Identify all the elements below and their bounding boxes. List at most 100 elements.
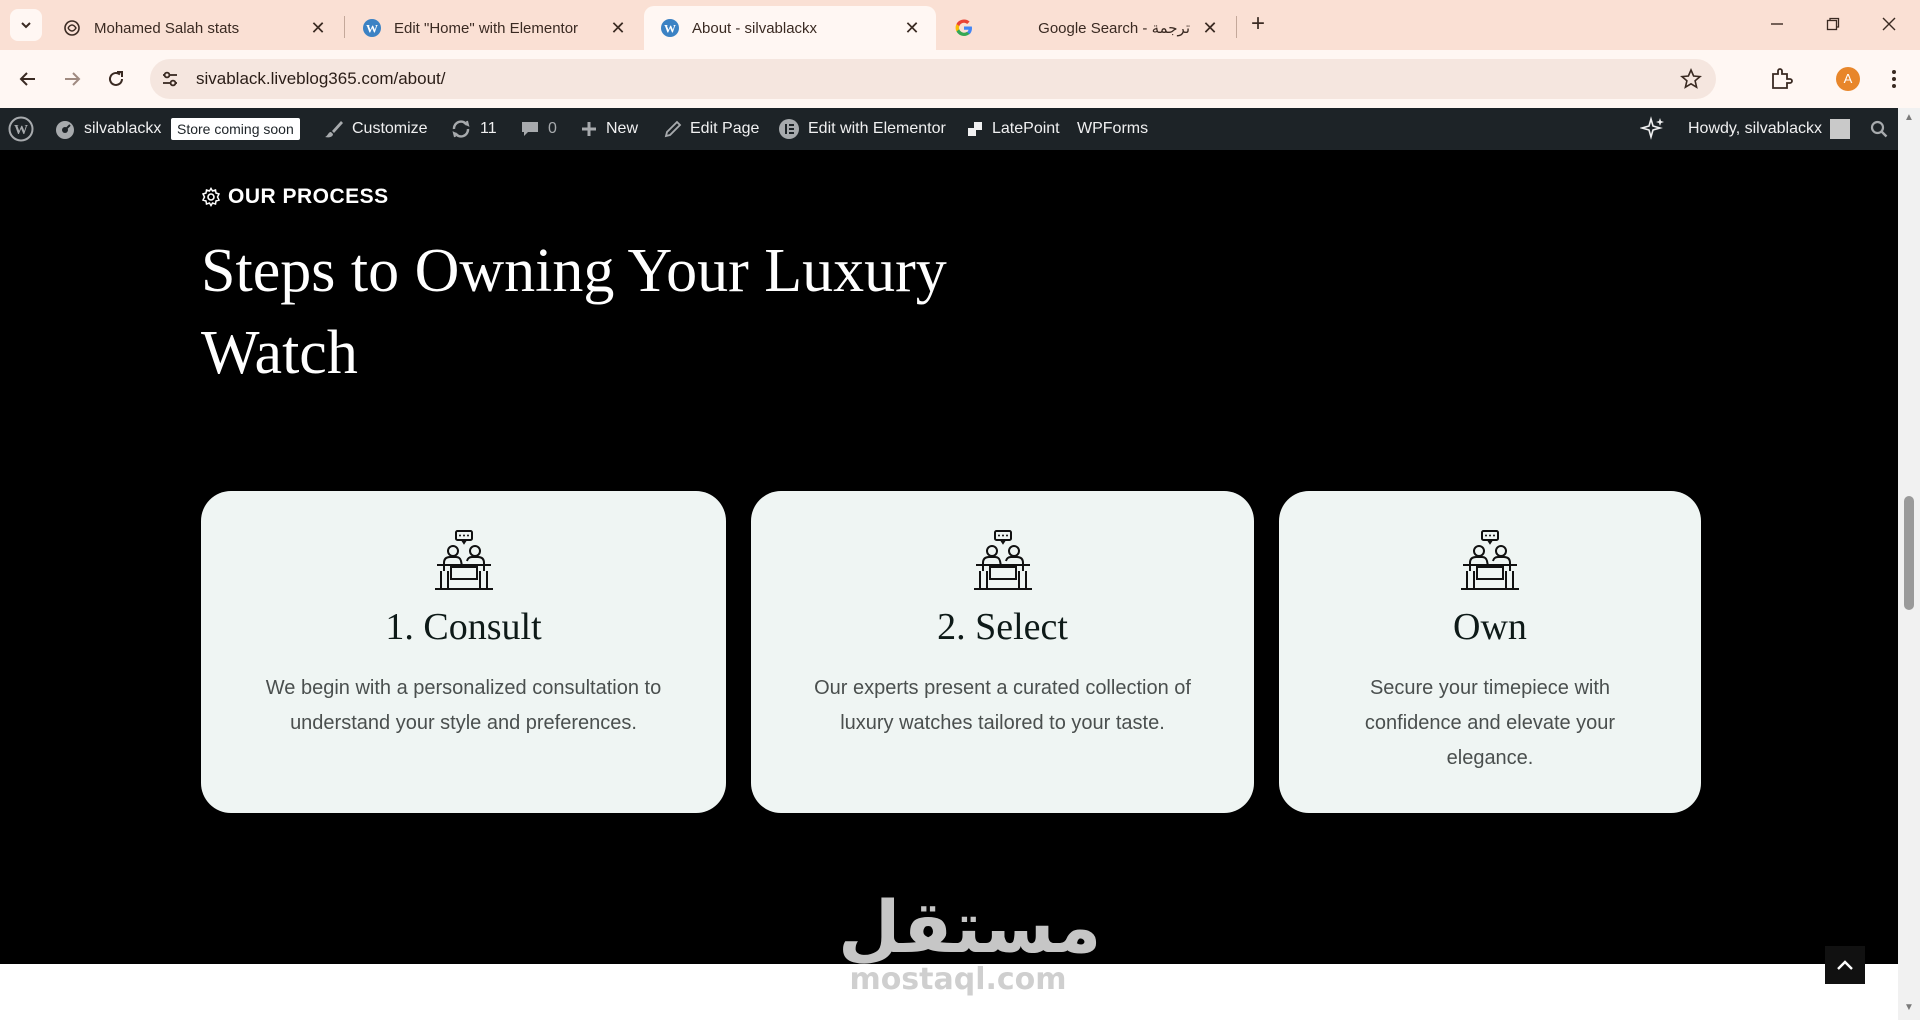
wordpress-icon: W <box>661 19 679 37</box>
chevron-up-icon <box>1837 960 1853 970</box>
card-title: 1. Consult <box>385 606 542 648</box>
section-heading: Steps to Owning Your Luxury Watch <box>201 237 947 387</box>
url-text[interactable]: sivablack.liveblog365.com/about/ <box>196 69 445 89</box>
page-content: OUR PROCESS Steps to Owning Your Luxury … <box>0 150 1898 964</box>
paintbrush-icon <box>325 121 343 138</box>
pencil-icon <box>664 120 682 138</box>
tab-strip: Mohamed Salah stats ✕ W Edit "Home" with… <box>0 0 1920 50</box>
close-icon[interactable]: ✕ <box>608 18 628 39</box>
tab-search-button[interactable] <box>10 9 42 41</box>
customize-label: Customize <box>352 120 428 137</box>
store-coming-soon-badge[interactable]: Store coming soon <box>171 108 300 150</box>
bookmark-star-icon[interactable] <box>1680 68 1702 90</box>
customize-link[interactable]: Customize <box>324 108 428 150</box>
close-icon[interactable]: ✕ <box>1200 18 1220 39</box>
close-icon[interactable]: ✕ <box>308 18 328 39</box>
forward-button[interactable] <box>56 63 88 95</box>
page-scrollbar[interactable]: ▲ ▼ <box>1898 108 1920 1020</box>
browser-toolbar: sivablack.liveblog365.com/about/ A <box>0 50 1920 108</box>
tab-google-search[interactable]: Google Search - ترجمة ✕ <box>938 6 1234 50</box>
wordpress-icon: W <box>363 19 381 37</box>
google-icon <box>955 19 972 36</box>
restore-button[interactable] <box>1810 8 1856 40</box>
wpforms-label: WPForms <box>1077 120 1149 137</box>
close-icon[interactable]: ✕ <box>902 18 922 39</box>
minimize-button[interactable] <box>1754 8 1800 40</box>
extensions-icon[interactable] <box>1768 66 1794 92</box>
new-content-menu[interactable]: New <box>580 108 638 150</box>
card-title: 2. Select <box>937 606 1068 648</box>
new-tab-button[interactable]: + <box>1244 10 1272 38</box>
wordpress-icon: W <box>8 116 34 142</box>
store-badge-label: Store coming soon <box>171 118 300 140</box>
arrow-right-icon <box>65 72 81 86</box>
tab-mohamed-salah[interactable]: Mohamed Salah stats ✕ <box>46 6 342 50</box>
wpforms-link[interactable]: WPForms <box>1077 108 1148 150</box>
tab-title: About - silvablackx <box>692 19 818 37</box>
card-description: We begin with a personalized consultatio… <box>265 677 662 734</box>
edit-elementor-label: Edit with Elementor <box>808 120 946 137</box>
latepoint-label: LatePoint <box>992 120 1060 137</box>
latepoint-link[interactable]: LatePoint <box>966 108 1060 150</box>
edit-page-link[interactable]: Edit Page <box>664 108 759 150</box>
tab-separator <box>1236 16 1237 38</box>
latepoint-icon <box>968 122 982 136</box>
plus-icon <box>582 122 596 136</box>
new-label: New <box>606 120 639 137</box>
svg-text:W: W <box>664 22 676 36</box>
section-eyebrow: OUR PROCESS <box>201 185 389 209</box>
watermark-arabic: مستقل <box>838 885 1102 969</box>
window-close-button[interactable] <box>1866 8 1912 40</box>
dashboard-icon <box>56 121 74 139</box>
process-card-consult: 1. Consult We begin with a personalized … <box>201 491 726 813</box>
scroll-up-arrow[interactable]: ▲ <box>1902 112 1916 126</box>
tab-separator <box>344 16 345 38</box>
tab-title: Edit "Home" with Elementor <box>394 19 579 37</box>
card-description: Our experts present a curated collection… <box>814 677 1191 734</box>
scroll-to-top-button[interactable] <box>1825 946 1865 984</box>
consultation-icon <box>973 530 1032 590</box>
scroll-down-arrow[interactable]: ▼ <box>1902 1002 1916 1016</box>
mostaql-watermark: مستقل mostaql.com <box>838 882 1102 997</box>
chatgpt-icon <box>64 20 80 36</box>
profile-avatar[interactable]: A <box>1836 67 1860 91</box>
svg-text:W: W <box>14 123 28 138</box>
search-icon <box>1870 120 1888 138</box>
ai-assistant-button[interactable] <box>1640 108 1674 150</box>
tab-edit-home-elementor[interactable]: W Edit "Home" with Elementor ✕ <box>346 6 642 50</box>
wp-logo-menu[interactable]: W <box>8 108 42 150</box>
reload-icon <box>109 71 123 86</box>
consultation-icon <box>434 530 493 590</box>
card-title: Own <box>1453 606 1527 648</box>
scroll-thumb[interactable] <box>1904 496 1914 610</box>
comment-icon <box>522 122 538 136</box>
updates-link[interactable]: 11 <box>450 108 497 150</box>
consultation-icon <box>1461 530 1519 590</box>
restore-icon <box>1826 17 1840 31</box>
more-menu-icon[interactable] <box>1884 66 1904 92</box>
user-avatar <box>1829 119 1850 139</box>
admin-search-button[interactable] <box>1870 108 1896 150</box>
process-card-select: 2. Select Our experts present a curated … <box>751 491 1254 813</box>
edit-with-elementor-link[interactable]: Edit with Elementor <box>778 108 946 150</box>
sparkle-icon <box>1640 116 1664 140</box>
chevron-down-icon <box>21 22 31 29</box>
card-description: Secure your timepiece with confidence an… <box>1364 677 1616 769</box>
arrow-left-icon <box>19 72 35 86</box>
back-button[interactable] <box>12 63 44 95</box>
edit-page-label: Edit Page <box>690 120 760 137</box>
site-name-menu[interactable]: silvablackx <box>54 108 161 150</box>
gear-icon <box>201 187 221 207</box>
reload-button[interactable] <box>100 63 132 95</box>
process-card-own: Own Secure your timepiece with confidenc… <box>1279 491 1701 813</box>
tab-title: Google Search - ترجمة <box>1038 20 1190 37</box>
account-menu[interactable]: Howdy, silvablackx <box>1688 108 1850 150</box>
comments-count: 0 <box>548 120 557 137</box>
elementor-icon <box>779 119 799 139</box>
updates-count: 11 <box>480 120 497 137</box>
comments-link[interactable]: 0 <box>520 108 557 150</box>
watermark-latin: mostaql.com <box>849 962 1067 997</box>
tab-about-silvablackx[interactable]: W About - silvablackx ✕ <box>644 6 936 50</box>
site-settings-icon[interactable] <box>160 69 180 89</box>
address-bar[interactable]: sivablack.liveblog365.com/about/ <box>150 59 1716 99</box>
